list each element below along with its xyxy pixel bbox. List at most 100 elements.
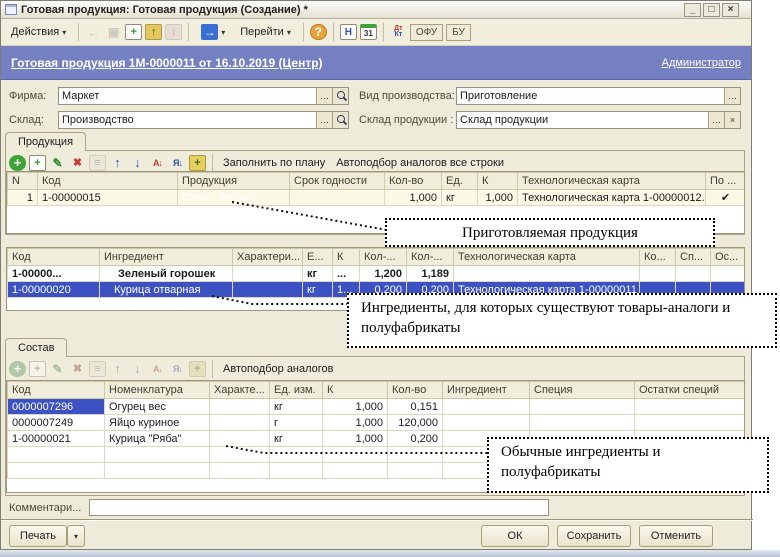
cell-k[interactable]: 1,000 (323, 399, 388, 415)
autoselect-analogs-button[interactable]: Автоподбор аналогов (219, 361, 338, 377)
ofu-toggle-button[interactable]: ОФУ (410, 24, 443, 41)
cell-code-selected[interactable]: 0000007296 (8, 399, 105, 415)
cell-ingredient[interactable] (443, 399, 530, 415)
minimize-button[interactable]: _ (684, 3, 701, 17)
cell-code[interactable]: 0000007249 (8, 415, 105, 431)
column-header[interactable]: Технологическая карта (518, 173, 706, 190)
cell-unit[interactable]: кг (303, 282, 333, 298)
choose-button[interactable]: … (724, 88, 740, 104)
cell-ingredient[interactable]: Зеленый горошек (100, 266, 233, 282)
column-header[interactable]: Срок годности (290, 173, 385, 190)
sort-asc-icon[interactable]: А↓ (149, 155, 166, 171)
cell-os[interactable] (711, 266, 746, 282)
column-header[interactable]: Номенклатура (105, 382, 210, 399)
choose-button[interactable]: … (708, 112, 724, 128)
load-icon[interactable]: ↑ (145, 24, 162, 40)
cell-approved-check[interactable]: ✔ (706, 190, 746, 206)
cell-k[interactable]: 1,000 (323, 431, 388, 447)
cell-characteristic[interactable] (210, 431, 270, 447)
cell-spice[interactable] (530, 415, 635, 431)
copy-row-icon[interactable]: + (29, 155, 46, 171)
goto-menu-button[interactable]: Перейти ▾ (234, 23, 297, 41)
dt-kt-postings-icon[interactable]: Дт Кт (390, 24, 407, 40)
column-header[interactable]: К (333, 249, 360, 266)
column-header[interactable]: Ед. (442, 173, 478, 190)
cell-code[interactable]: 1-00000021 (8, 431, 105, 447)
tab-products[interactable]: Продукция (5, 132, 86, 151)
tab-composition[interactable]: Состав (5, 338, 67, 357)
transfer-button[interactable]: → ▾ (195, 21, 231, 43)
column-header[interactable]: Сп... (676, 249, 711, 266)
fill-icon[interactable]: + (189, 155, 206, 171)
user-link[interactable]: Администратор (662, 57, 741, 69)
cell-tech-card[interactable]: Технологическая карта 1-00000012... (518, 190, 706, 206)
delete-row-icon[interactable]: ✖ (69, 155, 86, 171)
help-icon[interactable]: ? (310, 24, 327, 40)
cell-ingredient[interactable]: Курица отварная (100, 282, 233, 298)
cell-unit[interactable]: кг (303, 266, 333, 282)
sort-desc-icon[interactable]: Я↓ (169, 155, 186, 171)
cancel-button[interactable]: Отменить (639, 525, 713, 547)
column-header[interactable]: Специя (530, 382, 635, 399)
firm-field[interactable]: Маркет … (58, 87, 349, 105)
bu-toggle-button[interactable]: БУ (446, 24, 471, 41)
column-header[interactable]: К (478, 173, 518, 190)
cell-tech-card[interactable] (454, 266, 640, 282)
cell-qty-fact[interactable]: 1,189 (407, 266, 454, 282)
ok-button[interactable]: ОК (481, 525, 549, 547)
cell-k[interactable]: 1,000 (323, 415, 388, 431)
cell-nomenclature[interactable]: Огурец вес (105, 399, 210, 415)
cell-k[interactable]: ... (333, 266, 360, 282)
production-type-field[interactable]: Приготовление … (456, 87, 741, 105)
cell-unit[interactable]: г (270, 415, 323, 431)
cell-qty[interactable]: 1,000 (385, 190, 442, 206)
open-button[interactable] (332, 88, 348, 104)
print-button[interactable]: Печать (9, 525, 67, 547)
cell-spice-rest[interactable] (635, 399, 746, 415)
save-button[interactable]: Сохранить (557, 525, 631, 547)
cell-product-selected[interactable]: Салат "Весна" (178, 190, 290, 206)
cell-spice-rest[interactable] (635, 415, 746, 431)
cell-unit[interactable]: кг (270, 399, 323, 415)
close-button[interactable]: × (722, 3, 739, 17)
autoselect-analogs-all-button[interactable]: Автоподбор аналогов все строки (332, 155, 508, 171)
column-header[interactable]: Остатки специй (635, 382, 746, 399)
column-header[interactable]: Ингредиент (443, 382, 530, 399)
column-header[interactable]: Кол-... (360, 249, 407, 266)
column-header[interactable]: N (8, 173, 38, 190)
edit-row-icon[interactable]: ✎ (49, 155, 66, 171)
column-header[interactable]: Кол-во (385, 173, 442, 190)
move-down-icon[interactable]: ↓ (129, 155, 146, 171)
cell-sp[interactable] (676, 266, 711, 282)
column-header[interactable]: Код (8, 382, 105, 399)
cell-characteristic[interactable] (233, 282, 303, 298)
move-up-icon[interactable]: ↑ (109, 155, 126, 171)
subordination-structure-icon[interactable]: Н (340, 24, 357, 40)
fill-by-plan-button[interactable]: Заполнить по плану (219, 155, 329, 171)
column-header[interactable]: Ингредиент (100, 249, 233, 266)
cell-nomenclature[interactable]: Курица "Ряба" (105, 431, 210, 447)
cell-qty-plan[interactable]: 1,200 (360, 266, 407, 282)
comment-input[interactable] (89, 499, 549, 516)
cell-characteristic[interactable] (210, 415, 270, 431)
cell-qty[interactable]: 120,000 (388, 415, 443, 431)
cell-spice[interactable] (530, 399, 635, 415)
column-header[interactable]: Код (8, 249, 100, 266)
cell-n[interactable]: 1 (8, 190, 38, 206)
product-warehouse-field[interactable]: Склад продукции … × (456, 111, 741, 129)
column-header[interactable]: К (323, 382, 388, 399)
column-header[interactable]: Е... (303, 249, 333, 266)
cell-ko[interactable] (640, 266, 676, 282)
cell-ingredient[interactable] (443, 415, 530, 431)
print-menu-button[interactable]: ▾ (67, 525, 85, 547)
copy-document-icon[interactable]: + (125, 24, 142, 40)
column-header[interactable]: Кол-... (407, 249, 454, 266)
column-header[interactable]: По ... (706, 173, 746, 190)
column-header[interactable]: Код (38, 173, 178, 190)
cell-unit[interactable]: кг (442, 190, 478, 206)
cell-k[interactable]: 1,000 (478, 190, 518, 206)
cell-qty[interactable]: 0,151 (388, 399, 443, 415)
calendar-icon[interactable]: 31 (360, 24, 377, 40)
column-header[interactable]: Ко... (640, 249, 676, 266)
column-header[interactable]: Продукция (178, 173, 290, 190)
